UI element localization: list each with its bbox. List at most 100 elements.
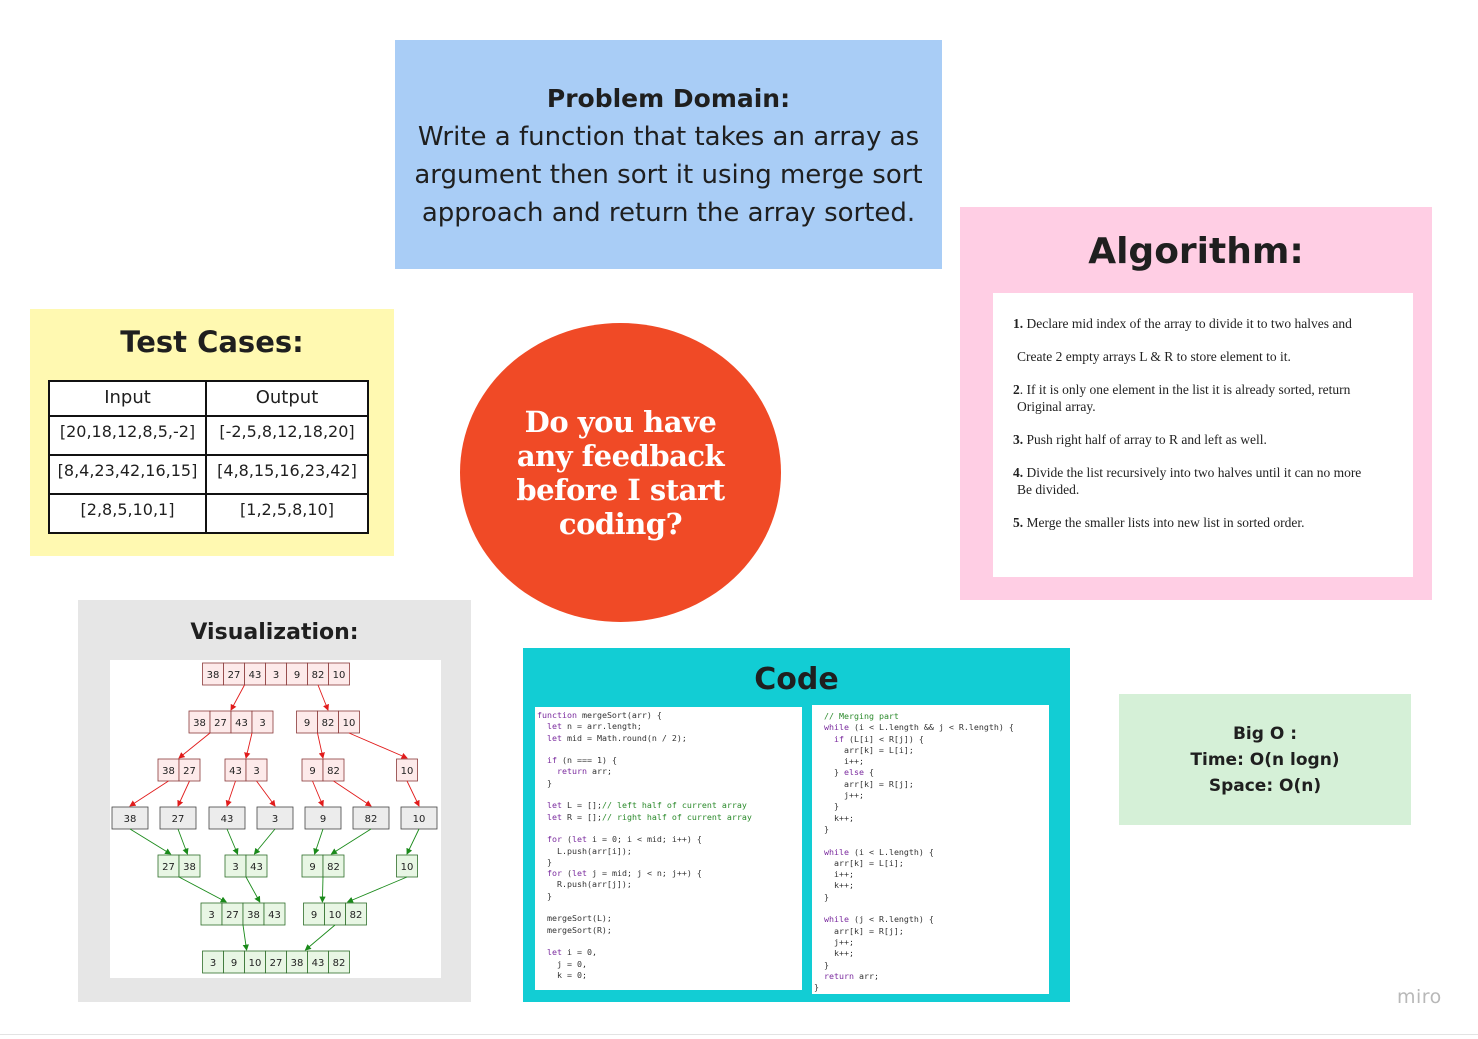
code-text: }: [814, 982, 819, 993]
split-arrow: [178, 732, 211, 759]
array-cell-value: 9: [311, 910, 317, 921]
code-comment: // left half of current array: [601, 800, 747, 811]
code-text: k = 0;: [537, 969, 587, 980]
step-text-continued: Create 2 empty arrays L & R to store ele…: [1017, 349, 1291, 364]
algorithm-step: 4. Divide the list recursively into two …: [1013, 464, 1399, 498]
code-line: let R = [];// right half of current arra…: [537, 812, 802, 823]
code-text: i++;: [814, 869, 854, 880]
array-cell-value: 82: [350, 910, 363, 921]
split-array-node: 9 82 10: [296, 710, 360, 734]
code-line: mergeSort(L);: [537, 913, 802, 924]
code-text: arr[k] = R[j];: [814, 778, 914, 789]
code-line: mergeSort(R);: [537, 925, 802, 936]
code-line: // Merging part: [814, 711, 1049, 722]
array-cell-value: 3: [253, 766, 259, 777]
array-cell-value: 27: [226, 910, 239, 921]
array-cell-value: 10: [401, 862, 414, 873]
code-line: }: [814, 982, 1049, 993]
code-line: j++;: [814, 937, 1049, 948]
code-comment: // Merging part: [824, 711, 899, 721]
code-text: }: [814, 767, 844, 778]
code-text: (n === 1) {: [557, 755, 617, 766]
column-header-output: Output: [205, 380, 369, 417]
code-line: [537, 789, 802, 800]
code-line: let L = [];// left half of current array: [537, 800, 802, 811]
array-cell-value: 43: [249, 670, 262, 681]
code-line: L.push(arr[i]);: [537, 846, 802, 857]
code-text: arr[k] = L[i];: [814, 744, 914, 755]
single-element-node: 9: [304, 806, 342, 830]
bottom-divider: [0, 1034, 1478, 1035]
split-arrow: [256, 780, 276, 807]
code-line: [814, 903, 1049, 914]
code-text: n = arr.length;: [562, 721, 642, 732]
array-cell-value: 38: [124, 814, 137, 825]
merge-arrow: [178, 876, 227, 903]
visualization-frame[interactable]: Visualization: 38 27 43 3 9 82 10 38 27 43 3 9 82 10 3…: [78, 600, 471, 1002]
array-cell-value: 27: [228, 670, 241, 681]
time-complexity: Time: O(n logn): [1190, 750, 1340, 770]
input-cell: [8,4,23,42,16,15]: [48, 454, 207, 495]
array-cell-value: 38: [183, 862, 196, 873]
code-text: }: [537, 777, 552, 788]
code-frame[interactable]: Code function mergeSort(arr) { let n = a…: [523, 648, 1070, 1002]
single-element-node: 27: [159, 806, 197, 830]
merge-arrow: [245, 876, 261, 903]
array-cell-value: 27: [270, 958, 283, 969]
test-cases-sticky[interactable]: Test Cases: Input Output [20,18,12,8,5,-…: [30, 309, 394, 556]
code-line: k = 0;: [537, 970, 802, 981]
step-number: 5.: [1013, 515, 1024, 530]
algorithm-step: 3. Push right half of array to R and lef…: [1013, 431, 1399, 448]
code-text: arr[k] = L[i];: [814, 857, 904, 868]
big-o-sticky[interactable]: Big O : Time: O(n logn) Space: O(n): [1119, 694, 1411, 825]
problem-domain-sticky[interactable]: Problem Domain: Write a function that ta…: [395, 40, 942, 269]
merged-array-node: 10: [396, 854, 418, 878]
test-cases-table: Input Output [20,18,12,8,5,-2] [-2,5,8,1…: [48, 380, 369, 534]
step-number: 4.: [1013, 465, 1024, 480]
code-panel-merging-part[interactable]: // Merging part while (i < L.length && j…: [812, 705, 1049, 994]
feedback-circle-shape[interactable]: Do you have any feedback before I start …: [460, 323, 781, 622]
code-text: j++;: [814, 790, 864, 801]
code-text: i = 0,: [562, 947, 597, 958]
visualization-title: Visualization:: [190, 620, 359, 645]
array-cell-value: 27: [183, 766, 196, 777]
merge-arrow: [330, 828, 372, 855]
step-text: Divide the list recursively into two hal…: [1023, 465, 1362, 480]
array-cell-value: 82: [365, 814, 378, 825]
array-cell-value: 10: [329, 910, 342, 921]
code-line: arr[k] = R[j];: [814, 779, 1049, 790]
code-line: arr[k] = R[j];: [814, 926, 1049, 937]
code-panel-merge-sort-split[interactable]: function mergeSort(arr) { let n = arr.le…: [535, 707, 802, 990]
code-keyword: if: [833, 733, 844, 744]
code-comment: // right half of current array: [601, 811, 752, 822]
code-line: i++;: [814, 869, 1049, 880]
step-number: 1.: [1013, 316, 1024, 331]
split-arrow: [406, 780, 420, 807]
code-text: {: [863, 767, 874, 778]
code-text: R = [];: [562, 811, 602, 822]
merge-sort-diagram[interactable]: 38 27 43 3 9 82 10 38 27 43 3 9 82 10 38 27 43 3 9 82 10 38 27…: [110, 660, 441, 978]
array-cell-value: 43: [268, 910, 281, 921]
array-cell-value: 27: [162, 862, 175, 873]
array-cell-value: 43: [235, 718, 248, 729]
array-cell-value: 82: [327, 862, 340, 873]
feedback-question: Do you have any feedback before I start …: [516, 404, 725, 541]
miro-watermark: miro: [1397, 986, 1442, 1008]
algorithm-sticky[interactable]: Algorithm: 1. Declare mid index of the a…: [960, 207, 1432, 600]
split-arrow: [317, 684, 329, 711]
code-line: i++;: [814, 756, 1049, 767]
problem-domain-title: Problem Domain:: [546, 84, 791, 113]
code-keyword: else: [843, 767, 864, 778]
code-line: for (let j = mid; j < n; j++) {: [537, 868, 802, 879]
code-text: }: [814, 801, 839, 812]
code-text: }: [814, 959, 829, 970]
code-text: mergeSort(L);: [537, 913, 612, 924]
